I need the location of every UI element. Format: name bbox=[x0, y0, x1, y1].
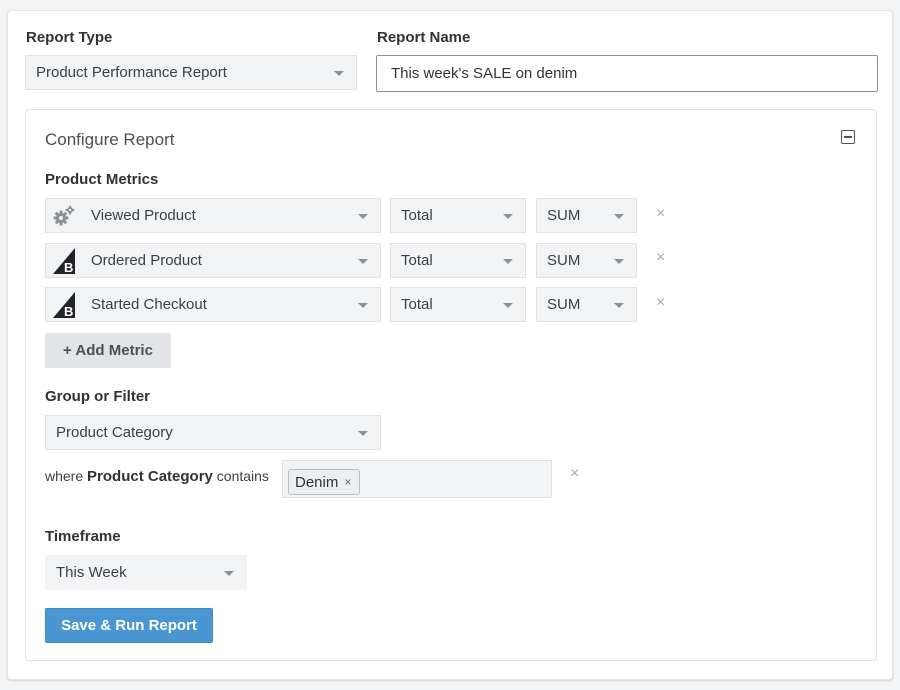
metric-event-value: Ordered Product bbox=[91, 252, 202, 269]
group-by-select[interactable]: Product Category bbox=[45, 415, 381, 450]
metric-measure-select[interactable]: Total bbox=[390, 287, 526, 322]
metric-measure-select[interactable]: Total bbox=[390, 243, 526, 278]
metric-aggregation-value: SUM bbox=[547, 296, 581, 313]
metric-aggregation-select[interactable]: SUM bbox=[536, 198, 637, 233]
chevron-down-icon bbox=[358, 258, 368, 264]
metric-measure-value: Total bbox=[401, 252, 433, 269]
remove-filter-icon[interactable]: × bbox=[570, 465, 579, 483]
chevron-down-icon bbox=[503, 302, 513, 308]
bigcommerce-icon: B bbox=[46, 244, 82, 277]
product-metrics-label: Product Metrics bbox=[45, 171, 159, 188]
configure-report-title: Configure Report bbox=[45, 130, 175, 149]
filter-prefix: where bbox=[45, 468, 84, 484]
remove-metric-icon[interactable]: × bbox=[656, 294, 665, 312]
chevron-down-icon bbox=[503, 213, 513, 219]
group-filter-label: Group or Filter bbox=[45, 388, 150, 405]
metric-aggregation-value: SUM bbox=[547, 207, 581, 224]
svg-text:B: B bbox=[64, 304, 73, 319]
chevron-down-icon bbox=[224, 570, 234, 576]
metric-aggregation-select[interactable]: SUM bbox=[536, 287, 637, 322]
metric-measure-value: Total bbox=[401, 207, 433, 224]
bigcommerce-icon: B bbox=[46, 288, 82, 321]
report-type-value: Product Performance Report bbox=[36, 64, 227, 81]
report-name-label: Report Name bbox=[377, 29, 471, 46]
metric-measure-value: Total bbox=[401, 296, 433, 313]
chevron-down-icon bbox=[358, 213, 368, 219]
gears-icon bbox=[46, 199, 82, 232]
chevron-down-icon bbox=[503, 258, 513, 264]
chevron-down-icon bbox=[614, 213, 624, 219]
timeframe-label: Timeframe bbox=[45, 528, 121, 545]
chevron-down-icon bbox=[614, 302, 624, 308]
filter-sentence: where Product Category contains bbox=[45, 468, 269, 485]
metric-event-select[interactable]: B Ordered Product bbox=[45, 243, 381, 278]
filter-operator: contains bbox=[216, 468, 269, 484]
metric-aggregation-select[interactable]: SUM bbox=[536, 243, 637, 278]
svg-text:B: B bbox=[64, 260, 73, 275]
filter-field: Product Category bbox=[87, 468, 213, 485]
metric-measure-select[interactable]: Total bbox=[390, 198, 526, 233]
timeframe-value: This Week bbox=[56, 564, 127, 581]
group-by-value: Product Category bbox=[56, 424, 173, 441]
metric-event-select[interactable]: Viewed Product bbox=[45, 198, 381, 233]
timeframe-select[interactable]: This Week bbox=[45, 555, 247, 590]
save-run-report-button[interactable]: Save & Run Report bbox=[45, 608, 213, 643]
filter-tag-label: Denim bbox=[295, 473, 339, 491]
report-type-select[interactable]: Product Performance Report bbox=[25, 55, 357, 90]
report-type-label: Report Type bbox=[26, 29, 113, 46]
remove-metric-icon[interactable]: × bbox=[656, 249, 665, 267]
metric-event-value: Viewed Product bbox=[91, 207, 196, 224]
filter-tag: Denim × bbox=[288, 469, 361, 495]
metric-event-select[interactable]: B Started Checkout bbox=[45, 287, 381, 322]
remove-tag-icon[interactable]: × bbox=[344, 475, 351, 489]
configure-report-section: Configure Report Product Metrics Viewed … bbox=[25, 109, 877, 661]
filter-values-input[interactable]: Denim × bbox=[282, 460, 552, 498]
metric-event-value: Started Checkout bbox=[91, 296, 207, 313]
report-builder-panel: Report Type Product Performance Report R… bbox=[7, 10, 893, 680]
chevron-down-icon bbox=[614, 258, 624, 264]
chevron-down-icon bbox=[358, 430, 368, 436]
report-name-value: This week's SALE on denim bbox=[391, 65, 578, 82]
metric-aggregation-value: SUM bbox=[547, 252, 581, 269]
report-name-input[interactable]: This week's SALE on denim bbox=[376, 55, 878, 92]
remove-metric-icon[interactable]: × bbox=[656, 205, 665, 223]
add-metric-button[interactable]: + Add Metric bbox=[45, 333, 171, 368]
collapse-icon[interactable] bbox=[841, 130, 855, 144]
chevron-down-icon bbox=[334, 70, 344, 76]
chevron-down-icon bbox=[358, 302, 368, 308]
